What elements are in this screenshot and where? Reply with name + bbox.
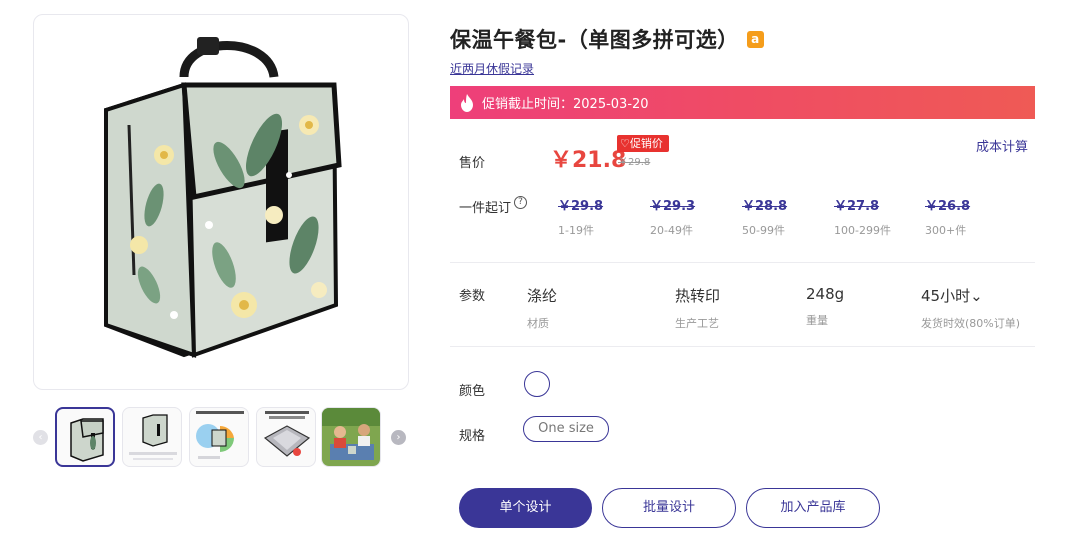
tier-price-5: ￥26.8 300+件: [925, 195, 970, 238]
param-shipping-time[interactable]: 45小时⌄ 发货时效(80%订单): [921, 285, 1020, 331]
product-title-row: 保温午餐包-（单图多拼可选） a: [450, 24, 764, 54]
tier-price-1: ￥29.8 1-19件: [558, 195, 603, 238]
thumbnail-inner-lining-icon: [263, 411, 311, 457]
promo-price-tag: ♡促销价: [617, 135, 669, 152]
divider: [450, 346, 1035, 347]
params-label: 参数: [459, 289, 486, 304]
single-design-button[interactable]: 单个设计: [459, 488, 592, 528]
promo-banner: 促销截止时间：2025-03-20: [450, 86, 1035, 119]
product-title: 保温午餐包-（单图多拼可选）: [450, 28, 739, 52]
tier-price: ￥29.3: [650, 199, 696, 214]
param-value: 热转印: [675, 287, 721, 305]
cost-calculator-link[interactable]: 成本计算: [976, 136, 1028, 155]
color-label: 颜色: [459, 384, 486, 399]
param-key: 重量: [806, 314, 828, 327]
tier-quantity: 50-99件: [742, 224, 785, 237]
tier-price-2: ￥29.3 20-49件: [650, 195, 695, 238]
thumbnail-4[interactable]: [256, 407, 316, 467]
thumbnail-strip: ‹ ›: [33, 405, 409, 469]
thumbnail-1[interactable]: [55, 407, 115, 467]
tier-price: ￥26.8: [925, 199, 971, 214]
thumbnail-3[interactable]: [189, 407, 249, 467]
param-key: 发货时效(80%订单): [921, 317, 1021, 330]
thumbnail-bag-dimensions-icon: [129, 414, 177, 460]
promo-tag-text: 促销价: [629, 137, 663, 150]
promo-deadline-text: 促销截止时间：2025-03-20: [482, 97, 649, 112]
tier-price-4: ￥27.8 100-299件: [834, 195, 891, 238]
original-price: ￥29.8: [618, 157, 651, 168]
thumbnail-2[interactable]: [122, 407, 182, 467]
tier-price-3: ￥28.8 50-99件: [742, 195, 787, 238]
thumbnail-features-icon: [196, 411, 244, 459]
lunch-bag-illustration: [104, 37, 342, 358]
promo-tag-icon: ♡: [620, 137, 630, 150]
tier-quantity: 300+件: [925, 224, 967, 237]
spec-label: 规格: [459, 429, 486, 444]
tier-quantity: 20-49件: [650, 224, 693, 237]
price-label: 售价: [459, 156, 486, 171]
help-icon[interactable]: ?: [514, 196, 527, 209]
param-weight: 248g 重量: [806, 285, 844, 328]
size-option-one-size[interactable]: One size: [523, 416, 609, 442]
tier-price: ￥29.8: [558, 199, 604, 214]
holiday-record-link[interactable]: 近两月休假记录: [450, 60, 534, 77]
main-product-image[interactable]: [33, 14, 409, 390]
param-process: 热转印 生产工艺: [675, 285, 720, 331]
param-value: 248g: [806, 285, 845, 303]
add-to-library-button[interactable]: 加入产品库: [746, 488, 880, 528]
thumbnail-5[interactable]: [321, 407, 381, 467]
color-swatch-white[interactable]: [524, 371, 550, 397]
shipping-time-dropdown[interactable]: 45小时⌄: [921, 285, 1020, 306]
batch-design-button[interactable]: 批量设计: [602, 488, 736, 528]
tier-price: ￥27.8: [834, 199, 880, 214]
param-key: 材质: [527, 317, 549, 330]
tier-quantity: 1-19件: [558, 224, 594, 237]
amazon-icon[interactable]: a: [746, 30, 764, 48]
divider: [450, 262, 1035, 263]
param-key: 生产工艺: [675, 317, 719, 330]
param-material: 涤纶 材质: [527, 285, 557, 331]
tier-quantity: 100-299件: [834, 224, 891, 237]
thumbnail-next-button[interactable]: ›: [391, 430, 406, 445]
thumbnail-bag-icon: [70, 418, 104, 462]
flame-icon: [461, 93, 473, 112]
min-order-label: 一件起订: [459, 201, 512, 216]
tier-price: ￥28.8: [742, 199, 788, 214]
thumbnail-prev-button[interactable]: ‹: [33, 430, 48, 445]
param-value: 涤纶: [527, 287, 558, 305]
current-price: ￥21.8: [550, 148, 627, 173]
thumbnail-picnic-photo-icon: [322, 408, 380, 466]
